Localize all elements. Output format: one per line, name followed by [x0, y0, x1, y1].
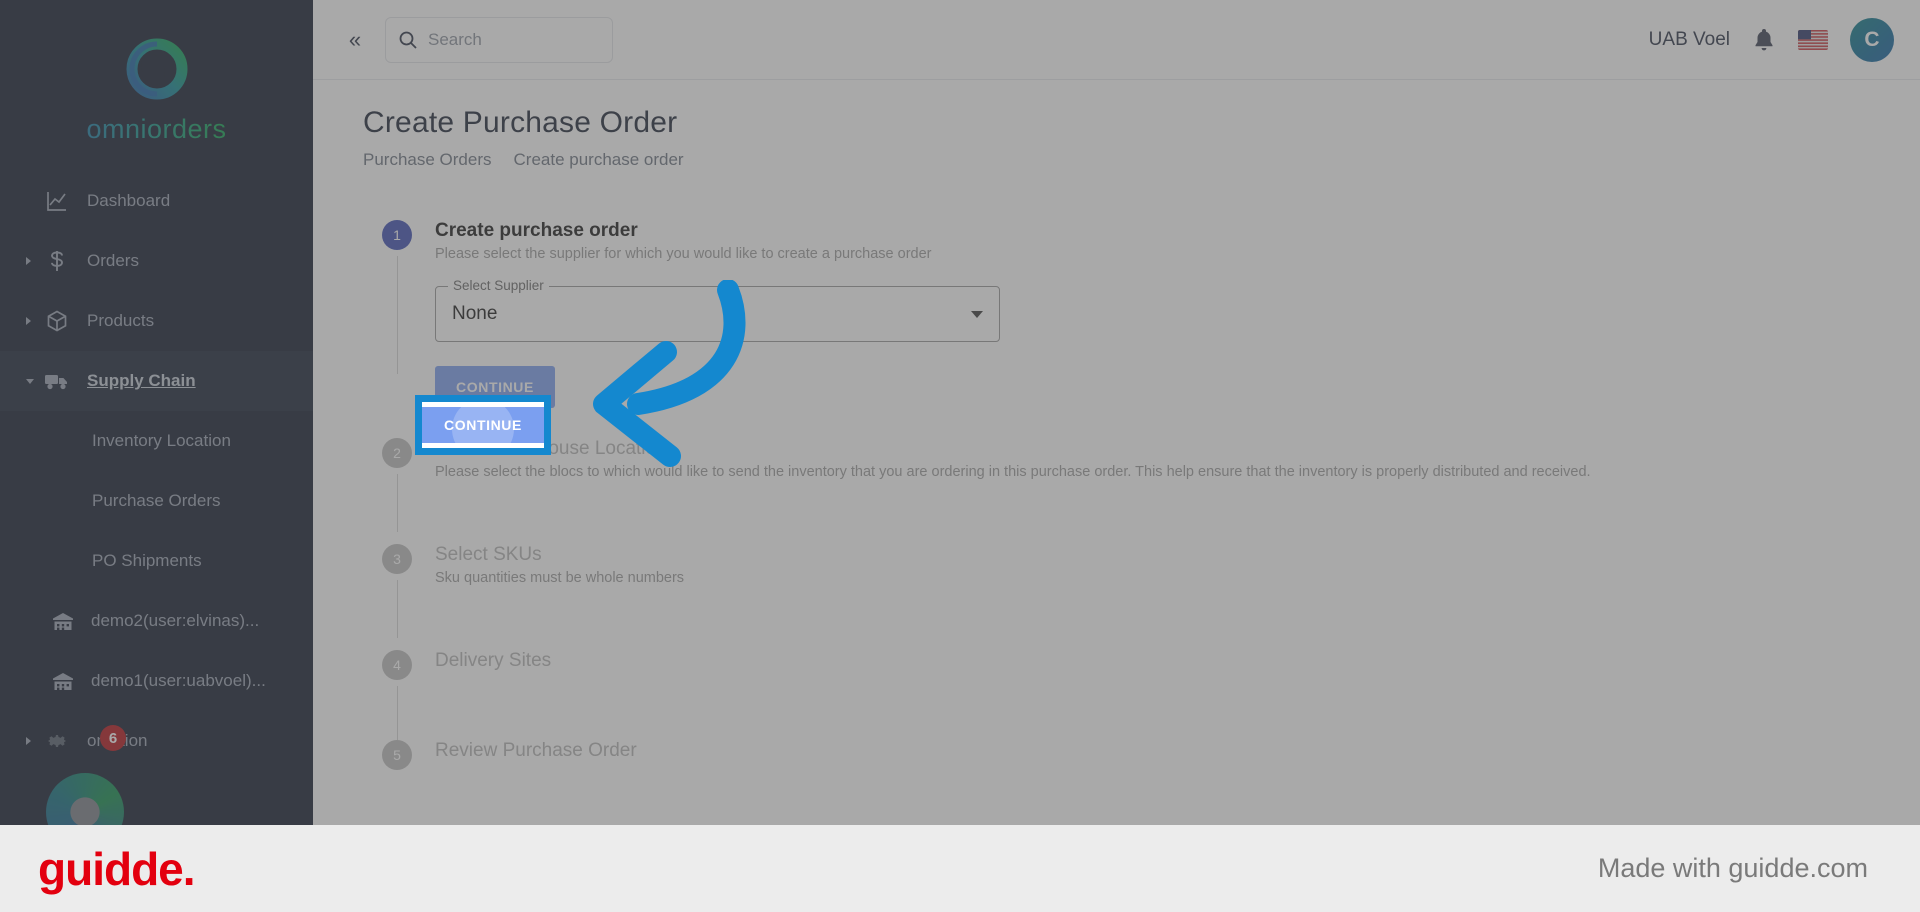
step-4-delivery-sites: 4 Delivery Sites — [363, 650, 1920, 744]
step-number-badge: 1 — [382, 220, 412, 250]
bell-icon[interactable] — [1752, 27, 1776, 53]
help-widget-icon[interactable] — [46, 773, 124, 825]
sidebar-item-label: demo1(user:uabvoel)... — [91, 671, 266, 690]
breadcrumb-item-purchase-orders[interactable]: Purchase Orders — [363, 150, 492, 170]
highlight-inner-frame: CONTINUE — [422, 402, 544, 448]
step-number-badge: 4 — [382, 650, 412, 680]
company-name: UAB Voel — [1648, 28, 1730, 50]
top-header: « UAB Voel — [313, 0, 1920, 80]
chevron-right-icon — [26, 257, 31, 265]
sidebar-collapse-icon[interactable]: « — [337, 22, 373, 58]
step-3-select-skus: 3 Select SKUs Sku quantities must be who… — [363, 544, 1920, 638]
breadcrumb-item-create-purchase-order: Create purchase order — [513, 150, 684, 169]
continue-button-highlight[interactable]: CONTINUE — [415, 395, 551, 455]
sidebar-subitem-purchase-orders[interactable]: Purchase Orders — [0, 471, 313, 531]
supplier-select-value: None — [452, 303, 498, 324]
sidebar-nav: Dashboard Orders Products Supply Chain I… — [0, 171, 313, 771]
sidebar-item-supply-chain[interactable]: Supply Chain — [0, 351, 313, 411]
step-connector-line — [397, 474, 398, 532]
sidebar-item-automation[interactable]: omation 6 — [0, 711, 313, 771]
sidebar-item-label: Products — [87, 311, 155, 330]
sidebar-subitem-po-shipments[interactable]: PO Shipments — [0, 531, 313, 591]
step-5-review-purchase-order: 5 Review Purchase Order — [363, 740, 1920, 770]
supplier-select-label: Select Supplier — [448, 278, 549, 293]
step-connector-line — [397, 580, 398, 638]
page-title: Create Purchase Order — [363, 106, 678, 139]
warehouse-icon — [48, 668, 78, 694]
step-title: Select SKUs — [435, 544, 542, 565]
sidebar: omniorders Dashboard Orders Products Sup… — [0, 0, 313, 825]
step-connector-line — [397, 686, 398, 744]
dollar-icon — [42, 248, 72, 274]
guidde-footer: guidde. Made with guidde.com — [0, 825, 1920, 912]
sidebar-item-warehouse-demo2[interactable]: demo2(user:elvinas)... — [0, 591, 313, 651]
main-content: Create Purchase Order Purchase Orders Cr… — [313, 80, 1920, 825]
continue-button-label: CONTINUE — [444, 417, 522, 433]
sidebar-item-warehouse-demo1[interactable]: demo1(user:uabvoel)... — [0, 651, 313, 711]
avatar[interactable]: C — [1850, 17, 1894, 62]
chart-line-icon — [42, 188, 72, 214]
sidebar-item-dashboard[interactable]: Dashboard — [0, 171, 313, 231]
curved-arrow-left-icon — [560, 279, 840, 485]
brand-name: omniorders — [86, 114, 227, 144]
omniorders-ring-logo-icon — [120, 32, 194, 106]
step-connector-line — [397, 256, 398, 374]
sidebar-subitem-inventory-location[interactable]: Inventory Location — [0, 411, 313, 471]
header-right-group: UAB Voel C — [1648, 17, 1894, 62]
sidebar-item-label: Dashboard — [87, 191, 171, 210]
app-root: omniorders Dashboard Orders Products Sup… — [0, 0, 1920, 912]
sidebar-item-label: demo2(user:elvinas)... — [91, 611, 260, 630]
breadcrumb: Purchase Orders Create purchase order — [363, 150, 1920, 170]
chevron-right-icon — [26, 317, 31, 325]
us-flag-icon[interactable] — [1798, 29, 1828, 50]
step-title: Delivery Sites — [435, 650, 552, 671]
sidebar-item-orders[interactable]: Orders — [0, 231, 313, 291]
search-input[interactable] — [428, 29, 593, 50]
sidebar-item-products[interactable]: Products — [0, 291, 313, 351]
sidebar-subitem-label: Purchase Orders — [92, 491, 221, 510]
warehouse-icon — [48, 608, 78, 634]
truck-icon — [42, 368, 72, 394]
brand-logo[interactable]: omniorders — [0, 0, 313, 145]
guidde-logo: guidde. — [38, 842, 196, 895]
made-with-guidde-text: Made with guidde.com — [1597, 853, 1868, 883]
chevron-down-icon — [26, 378, 34, 384]
gear-icon — [42, 728, 72, 754]
sidebar-item-label: Supply Chain — [87, 371, 196, 390]
box-icon — [42, 308, 72, 334]
sidebar-item-label: Orders — [87, 251, 139, 270]
automation-badge: 6 — [100, 725, 126, 751]
step-number-badge: 2 — [382, 438, 412, 468]
sidebar-subitem-label: PO Shipments — [92, 551, 202, 570]
chevron-down-icon[interactable] — [971, 310, 983, 318]
search-icon — [398, 30, 418, 50]
chevron-right-icon — [26, 737, 31, 745]
step-title: Review Purchase Order — [435, 740, 637, 761]
step-subtitle: Please select the supplier for which you… — [435, 246, 932, 262]
highlighted-continue-button[interactable]: CONTINUE — [422, 407, 544, 443]
step-subtitle: Sku quantities must be whole numbers — [435, 570, 685, 586]
step-number-badge: 3 — [382, 544, 412, 574]
step-title: Create purchase order — [435, 220, 638, 241]
sidebar-subitem-label: Inventory Location — [92, 431, 231, 450]
step-number-badge: 5 — [382, 740, 412, 770]
search-box[interactable] — [385, 16, 613, 63]
